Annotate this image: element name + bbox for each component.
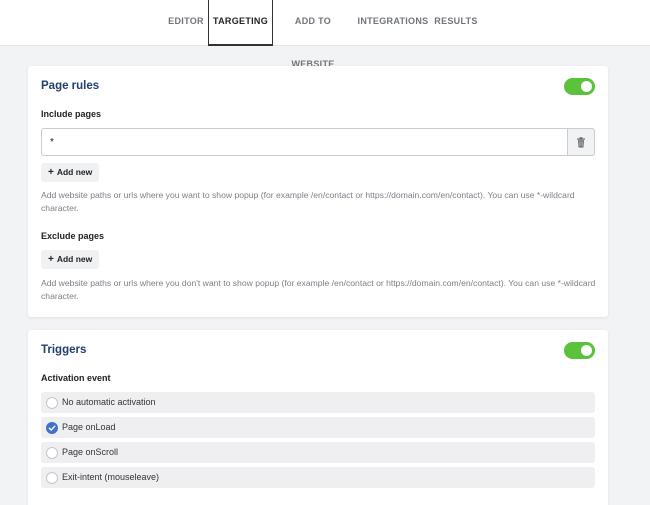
radio-option-no-activation[interactable]: No automatic activation — [41, 392, 595, 413]
exclude-help-text: Add website paths or urls where you don'… — [41, 278, 596, 301]
tab-editor[interactable]: EDITOR — [163, 0, 209, 46]
triggers-title: Triggers — [41, 344, 87, 356]
activation-event-label: Activation event — [41, 373, 111, 383]
tab-results[interactable]: RESULTS — [434, 0, 478, 46]
page-rules-title: Page rules — [41, 80, 100, 92]
page-rules-toggle[interactable] — [564, 78, 595, 95]
radio-button-checked[interactable] — [46, 421, 58, 434]
plus-icon: + — [48, 167, 54, 178]
include-help-text: Add website paths or urls where you want… — [41, 190, 575, 213]
page-rules-card: Page rules Include pages + Add new Add w… — [28, 66, 608, 317]
plus-icon: + — [48, 254, 54, 265]
radio-label: No automatic activation — [62, 397, 156, 407]
check-icon — [48, 425, 56, 431]
include-pages-label: Include pages — [41, 109, 102, 119]
add-include-label: Add new — [56, 167, 93, 177]
tab-add-to-website[interactable]: ADD TO WEBSITE — [274, 0, 352, 69]
delete-include-button[interactable] — [567, 128, 595, 156]
tab-targeting[interactable]: TARGETING — [208, 0, 273, 46]
radio-option-exit-intent[interactable]: Exit-intent (mouseleave) — [41, 467, 595, 488]
top-tab-bar: EDITOR TARGETING ADD TO WEBSITE INTEGRAT… — [0, 0, 650, 69]
trash-icon — [577, 136, 585, 147]
include-page-input[interactable] — [41, 128, 568, 156]
radio-label: Page onScroll — [62, 447, 119, 457]
exclude-pages-label: Exclude pages — [41, 231, 105, 241]
tab-integrations[interactable]: INTEGRATIONS — [357, 0, 429, 46]
radio-label: Exit-intent (mouseleave) — [62, 472, 160, 482]
add-include-button[interactable]: + Add new — [41, 163, 100, 182]
triggers-card: Triggers Activation event No automatic a… — [28, 330, 608, 505]
add-exclude-button[interactable]: + Add new — [41, 250, 100, 269]
toggle-knob — [581, 345, 592, 356]
radio-button[interactable] — [46, 446, 58, 459]
radio-option-page-onload[interactable]: Page onLoad — [41, 417, 595, 438]
triggers-toggle[interactable] — [564, 342, 595, 359]
radio-button[interactable] — [46, 471, 58, 484]
toggle-knob — [581, 81, 592, 92]
radio-button[interactable] — [46, 396, 58, 409]
radio-option-page-onscroll[interactable]: Page onScroll — [41, 442, 595, 463]
add-exclude-label: Add new — [56, 254, 93, 264]
radio-label: Page onLoad — [62, 422, 116, 432]
